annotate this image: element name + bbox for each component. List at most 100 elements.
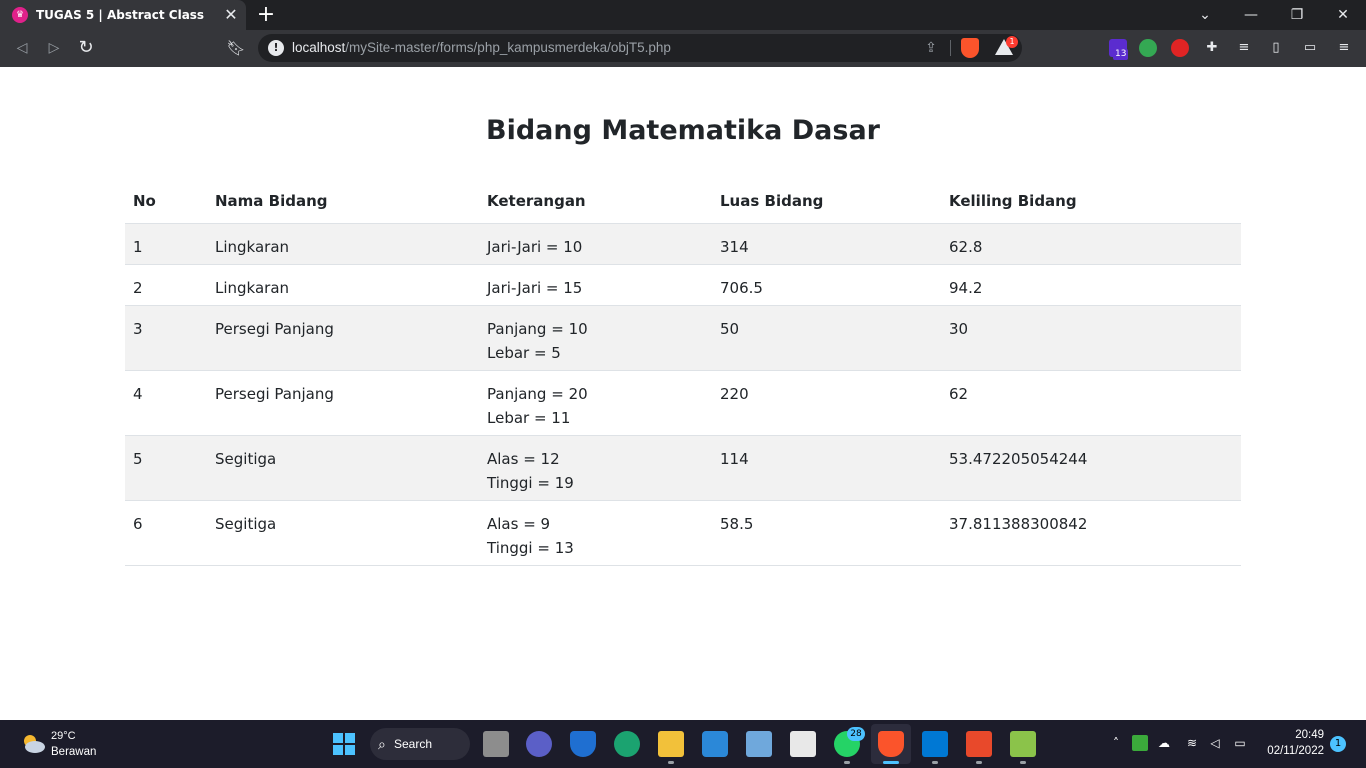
pdf-reader-icon[interactable] (966, 731, 992, 757)
vscode-icon[interactable] (922, 731, 948, 757)
forward-button[interactable]: ▷ (42, 36, 66, 60)
menu-icon[interactable]: ≡ (1335, 39, 1353, 57)
brave-shields-icon[interactable] (961, 38, 979, 58)
cell-keterangan: Alas = 9 Tinggi = 13 (479, 500, 712, 566)
volume-icon[interactable]: ◁ (1207, 735, 1223, 751)
store-icon[interactable] (702, 731, 728, 757)
keterangan-line: Jari-Jari = 15 (487, 279, 583, 297)
cell-luas: 220 (712, 370, 941, 436)
header-keterangan: Keterangan (479, 179, 712, 224)
security-shield-icon[interactable] (570, 731, 596, 757)
cell-keliling: 62 (941, 370, 1241, 436)
address-bar[interactable]: ! localhost/mySite-master/forms/php_kamp… (258, 34, 1022, 62)
running-indicator (1020, 761, 1026, 764)
keterangan-line: Lebar = 5 (487, 344, 561, 362)
start-button[interactable] (333, 733, 355, 755)
cell-keterangan: Jari-Jari = 10 (479, 223, 712, 265)
start-logo-tile (345, 745, 355, 755)
weather-description[interactable]: Berawan (51, 746, 96, 758)
task-view-icon[interactable] (483, 731, 509, 757)
table-header-row: No Nama Bidang Keterangan Luas Bidang Ke… (125, 179, 1241, 224)
cell-keterangan: Panjang = 20 Lebar = 11 (479, 370, 712, 436)
cell-luas: 314 (712, 223, 941, 265)
url-text[interactable]: localhost/mySite-master/forms/php_kampus… (292, 40, 671, 55)
sidebar-icon[interactable]: ▯ (1267, 39, 1285, 57)
xampp-icon[interactable] (1010, 731, 1036, 757)
close-window-button[interactable]: ✕ (1320, 0, 1366, 30)
wifi-icon[interactable]: ≋ (1184, 735, 1200, 751)
shapes-table: No Nama Bidang Keterangan Luas Bidang Ke… (125, 179, 1241, 566)
header-no: No (125, 179, 207, 224)
site-favicon-icon: ♛ (12, 7, 28, 23)
keterangan-line: Alas = 9 (487, 515, 551, 533)
running-indicator (976, 761, 982, 764)
grammar-extension-icon[interactable] (1139, 39, 1157, 57)
start-logo-tile (333, 745, 343, 755)
cell-luas: 706.5 (712, 264, 941, 306)
cell-luas: 58.5 (712, 500, 941, 566)
keterangan-line: Alas = 12 (487, 450, 560, 468)
header-keliling-bidang: Keliling Bidang (941, 179, 1241, 224)
search-icon: ⌕ (378, 736, 386, 752)
url-host: localhost (292, 40, 346, 55)
table-row: 6 Segitiga Alas = 9 Tinggi = 13 58.5 37.… (125, 500, 1241, 566)
running-indicator (668, 761, 674, 764)
whatsapp-badge: 28 (847, 727, 865, 741)
battery-icon[interactable]: ▭ (1232, 735, 1248, 751)
cell-nama: Lingkaran (207, 223, 479, 265)
browser-tab-strip: ♛ TUGAS 5 | Abstract Class ✕ + ⌄ — ❐ ✕ (0, 0, 1366, 30)
running-indicator (932, 761, 938, 764)
keterangan-line: Panjang = 10 (487, 320, 588, 338)
new-tab-button[interactable]: + (255, 3, 277, 27)
edge-browser-icon[interactable] (614, 731, 640, 757)
android-studio-tray-icon[interactable] (1132, 735, 1148, 751)
header-nama-bidang: Nama Bidang (207, 179, 479, 224)
omnibox-divider (950, 40, 951, 56)
clock-time[interactable]: 20:49 (1290, 729, 1324, 741)
cell-nama: Persegi Panjang (207, 305, 479, 371)
bookmark-icon[interactable]: 🔖︎ (224, 36, 248, 60)
photos-icon[interactable] (746, 731, 772, 757)
tab-title: TUGAS 5 | Abstract Class (36, 8, 205, 22)
weather-temperature[interactable]: 29°C (51, 730, 76, 742)
search-label: Search (394, 737, 433, 751)
extensions-puzzle-icon[interactable]: ✚ (1203, 39, 1221, 57)
cell-no: 3 (125, 305, 207, 371)
wallet-icon[interactable]: ▭ (1301, 39, 1319, 57)
cell-nama: Persegi Panjang (207, 370, 479, 436)
cell-nama: Segitiga (207, 500, 479, 566)
cell-keliling: 37.811388300842 (941, 500, 1241, 566)
cell-no: 4 (125, 370, 207, 436)
notification-badge[interactable]: 1 (1330, 736, 1346, 752)
onedrive-cloud-icon[interactable]: ☁ (1156, 735, 1172, 751)
header-luas-bidang: Luas Bidang (712, 179, 941, 224)
adblock-extension-icon[interactable] (1171, 39, 1189, 57)
close-tab-icon[interactable]: ✕ (222, 6, 240, 24)
brave-browser-icon[interactable] (878, 731, 904, 757)
playlist-icon[interactable]: ≡ (1235, 39, 1253, 57)
taskbar: 29°C Berawan ⌕ Search 28 ˄ ☁ ≋ ◁ ▭ 20:49… (0, 720, 1366, 768)
cell-keliling: 30 (941, 305, 1241, 371)
cell-no: 1 (125, 223, 207, 265)
snipping-tool-icon[interactable] (790, 731, 816, 757)
restore-button[interactable]: ❐ (1274, 0, 1320, 30)
chat-icon[interactable] (526, 731, 552, 757)
cell-keterangan: Panjang = 10 Lebar = 5 (479, 305, 712, 371)
browser-tab[interactable]: ♛ TUGAS 5 | Abstract Class ✕ (0, 0, 246, 30)
clock-date[interactable]: 02/11/2022 (1262, 745, 1324, 757)
start-logo-tile (333, 733, 343, 743)
show-hidden-icons-chevron-icon[interactable]: ˄ (1108, 735, 1124, 751)
file-explorer-icon[interactable] (658, 731, 684, 757)
table-row: 2 Lingkaran Jari-Jari = 15 706.5 94.2 (125, 264, 1241, 306)
table-row: 5 Segitiga Alas = 12 Tinggi = 19 114 53.… (125, 435, 1241, 501)
site-info-icon[interactable]: ! (268, 40, 284, 56)
minimize-button[interactable]: — (1228, 0, 1274, 30)
cell-keterangan: Jari-Jari = 15 (479, 264, 712, 306)
partly-cloudy-icon[interactable] (20, 732, 46, 754)
back-button[interactable]: ◁ (10, 36, 34, 60)
page-title: Bidang Matematika Dasar (486, 115, 880, 146)
share-icon[interactable]: ⇪ (922, 39, 940, 57)
taskbar-search[interactable]: ⌕ Search (370, 728, 470, 760)
reload-button[interactable]: ↻ (74, 36, 98, 60)
tab-search-chevron-icon[interactable]: ⌄ (1182, 0, 1228, 30)
